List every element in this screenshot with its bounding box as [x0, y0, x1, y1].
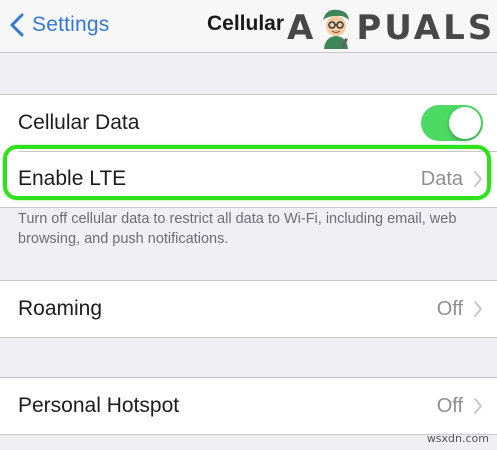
- chevron-right-icon: [474, 398, 482, 414]
- cellular-data-group: Cellular Data Enable LTE Data: [0, 94, 497, 208]
- mascot-icon: [323, 9, 350, 49]
- personal-hotspot-row[interactable]: Personal Hotspot Off: [0, 378, 497, 434]
- logo-letters-rest: PUALS: [356, 8, 496, 48]
- cellular-data-toggle[interactable]: [421, 105, 483, 141]
- personal-hotspot-group: Personal Hotspot Off: [0, 377, 497, 435]
- logo-letter-a: A: [287, 8, 317, 48]
- roaming-label: Roaming: [18, 297, 103, 320]
- roaming-group: Roaming Off: [0, 280, 497, 338]
- enable-lte-value: Data: [420, 167, 463, 190]
- cellular-data-row: Cellular Data: [0, 95, 497, 151]
- page-title-text: Cellular: [206, 12, 285, 35]
- toggle-knob: [449, 107, 481, 139]
- roaming-value: Off: [436, 297, 463, 320]
- enable-lte-label: Enable LTE: [18, 167, 127, 190]
- chevron-right-icon: [474, 301, 482, 317]
- appuals-logo: A PUALS: [287, 2, 495, 54]
- personal-hotspot-label: Personal Hotspot: [18, 394, 180, 417]
- cellular-data-footer-note: Turn off cellular data to restrict all d…: [18, 211, 457, 247]
- roaming-row[interactable]: Roaming Off: [0, 281, 497, 337]
- site-watermark: wsxdn.com: [426, 432, 489, 445]
- personal-hotspot-value: Off: [436, 394, 463, 417]
- cellular-data-label: Cellular Data: [18, 111, 140, 134]
- chevron-right-icon: [474, 171, 482, 187]
- enable-lte-row[interactable]: Enable LTE Data: [0, 151, 497, 207]
- cellular-settings-screen: Settings Cellular A PUALS Cellular Data …: [0, 0, 497, 450]
